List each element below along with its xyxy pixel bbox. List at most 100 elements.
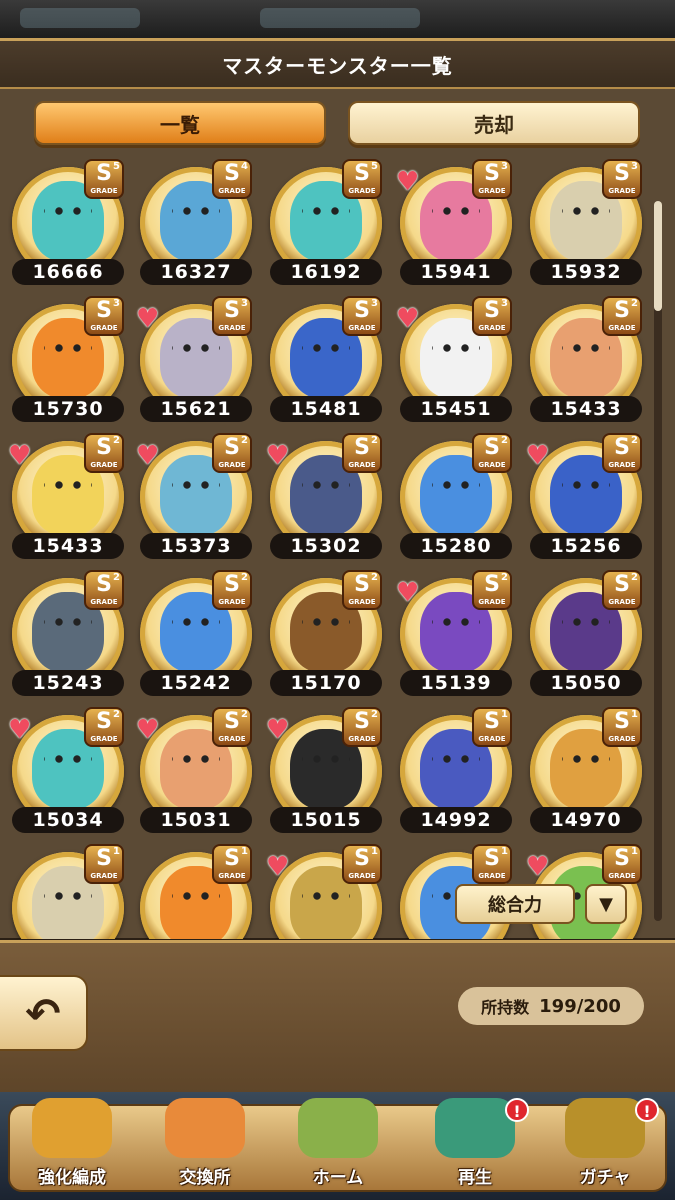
- monster-power: 15451: [400, 396, 512, 422]
- nav-item-3[interactable]: ホーム: [278, 1092, 398, 1200]
- bottom-nav: 強化編成 交換所 ホーム 再生! ガチャ!: [0, 1092, 675, 1200]
- grade-badge: S GRADE 2: [84, 433, 124, 473]
- grade-badge: S GRADE 2: [602, 570, 642, 610]
- monster-card[interactable]: S GRADE 1 14992: [396, 707, 516, 837]
- grade-badge: S GRADE 2: [84, 707, 124, 747]
- monster-power: 15256: [530, 533, 642, 559]
- tab-sell[interactable]: 売却: [348, 101, 640, 145]
- monster-card[interactable]: S GRADE 2 ♥ 15302: [266, 433, 386, 563]
- monster-power: 15280: [400, 533, 512, 559]
- heart-icon: ♥: [526, 441, 550, 471]
- grade-level: 2: [371, 572, 378, 583]
- monster-power: 15621: [140, 396, 252, 422]
- grade-level: 1: [501, 709, 508, 720]
- monster-power: 16666: [12, 259, 124, 285]
- nav-item-1[interactable]: 強化編成: [12, 1092, 132, 1200]
- monster-card[interactable]: S GRADE 2 15050: [526, 570, 646, 700]
- grade-badge: S GRADE 1: [602, 707, 642, 747]
- grade-level: 2: [241, 435, 248, 446]
- monster-card[interactable]: S GRADE 2 ♥ 15256: [526, 433, 646, 563]
- grade-badge: S GRADE 2: [602, 296, 642, 336]
- grade-badge: S GRADE 2: [212, 707, 252, 747]
- monster-card[interactable]: S GRADE 2 ♥ 15031: [136, 707, 256, 837]
- heart-icon: ♥: [136, 304, 160, 334]
- heart-icon: ♥: [396, 167, 420, 197]
- nav-item-2[interactable]: 交換所: [145, 1092, 265, 1200]
- grade-badge: S GRADE 1: [342, 844, 382, 884]
- scrollbar-thumb[interactable]: [654, 201, 662, 311]
- grade-level: 2: [631, 435, 638, 446]
- monster-card[interactable]: S GRADE 2 15242: [136, 570, 256, 700]
- monster-card[interactable]: S GRADE 2 ♥ 15433: [8, 433, 128, 563]
- sort-order-toggle[interactable]: ▼: [585, 884, 627, 924]
- monster-card[interactable]: S GRADE 1 14970: [526, 707, 646, 837]
- monster-card[interactable]: S GRADE 3 ♥ 15941: [396, 159, 516, 289]
- heart-icon: ♥: [136, 715, 160, 745]
- monster-power: 15730: [12, 396, 124, 422]
- monster-card[interactable]: S GRADE 1: [136, 844, 256, 939]
- monster-card[interactable]: S GRADE 3 ♥ 15621: [136, 296, 256, 426]
- grade-word: GRADE: [608, 461, 636, 469]
- grade-word: GRADE: [348, 598, 376, 606]
- inventory-value: 199/200: [539, 995, 621, 1017]
- monster-card[interactable]: S GRADE 2 ♥ 15373: [136, 433, 256, 563]
- grade-level: 5: [371, 161, 378, 172]
- grade-badge: S GRADE 3: [602, 159, 642, 199]
- monster-card[interactable]: S GRADE 2 ♥ 15139: [396, 570, 516, 700]
- alert-badge: !: [505, 1098, 529, 1122]
- monster-card[interactable]: S GRADE 3 15481: [266, 296, 386, 426]
- grade-level: 1: [631, 846, 638, 857]
- grade-word: GRADE: [478, 735, 506, 743]
- back-button[interactable]: ↶: [0, 975, 88, 1051]
- grade-badge: S GRADE 1: [602, 844, 642, 884]
- monster-card[interactable]: S GRADE 1 ♥: [266, 844, 386, 939]
- grade-level: 2: [631, 572, 638, 583]
- grade-badge: S GRADE 1: [84, 844, 124, 884]
- triangle-down-icon: ▼: [599, 893, 613, 915]
- monster-power: 15034: [12, 807, 124, 833]
- monster-card[interactable]: S GRADE 3 15932: [526, 159, 646, 289]
- monster-card[interactable]: S GRADE 5 16666: [8, 159, 128, 289]
- nav-item-4[interactable]: 再生!: [415, 1092, 535, 1200]
- monster-power: 14992: [400, 807, 512, 833]
- shop-icon: [165, 1098, 245, 1158]
- grade-badge: S GRADE 2: [84, 570, 124, 610]
- tab-list[interactable]: 一覧: [34, 101, 326, 145]
- power-up-icon: [32, 1098, 112, 1158]
- monster-card[interactable]: S GRADE 2 15280: [396, 433, 516, 563]
- grade-level: 3: [241, 298, 248, 309]
- monster-card[interactable]: S GRADE 2 15170: [266, 570, 386, 700]
- monster-card[interactable]: S GRADE 2 ♥ 15015: [266, 707, 386, 837]
- grade-badge: S GRADE 2: [472, 570, 512, 610]
- monster-card[interactable]: S GRADE 2 ♥ 15034: [8, 707, 128, 837]
- grade-word: GRADE: [90, 187, 118, 195]
- grade-badge: S GRADE 3: [472, 159, 512, 199]
- monster-card[interactable]: S GRADE 1: [8, 844, 128, 939]
- monster-power: 15941: [400, 259, 512, 285]
- monster-power: 15139: [400, 670, 512, 696]
- monster-card[interactable]: S GRADE 4 16327: [136, 159, 256, 289]
- grade-badge: S GRADE 3: [84, 296, 124, 336]
- title-bar: マスターモンスター一覧: [0, 41, 675, 89]
- grade-badge: S GRADE 3: [472, 296, 512, 336]
- monster-card[interactable]: S GRADE 2 15433: [526, 296, 646, 426]
- nav-item-5[interactable]: ガチャ!: [545, 1092, 665, 1200]
- grade-word: GRADE: [478, 324, 506, 332]
- grade-word: GRADE: [90, 324, 118, 332]
- monster-card[interactable]: S GRADE 2 15243: [8, 570, 128, 700]
- monster-power: 15932: [530, 259, 642, 285]
- grade-level: 3: [113, 298, 120, 309]
- grade-badge: S GRADE 2: [342, 707, 382, 747]
- grade-word: GRADE: [608, 324, 636, 332]
- grade-word: GRADE: [90, 461, 118, 469]
- monster-card[interactable]: S GRADE 3 15730: [8, 296, 128, 426]
- grade-level: 1: [113, 846, 120, 857]
- sort-select-button[interactable]: 総合力: [455, 884, 575, 924]
- heart-icon: ♥: [266, 852, 290, 882]
- heart-icon: ♥: [396, 304, 420, 334]
- monster-card[interactable]: S GRADE 5 16192: [266, 159, 386, 289]
- grade-level: 2: [241, 709, 248, 720]
- monster-card[interactable]: S GRADE 3 ♥ 15451: [396, 296, 516, 426]
- grade-level: 5: [113, 161, 120, 172]
- heart-icon: ♥: [136, 441, 160, 471]
